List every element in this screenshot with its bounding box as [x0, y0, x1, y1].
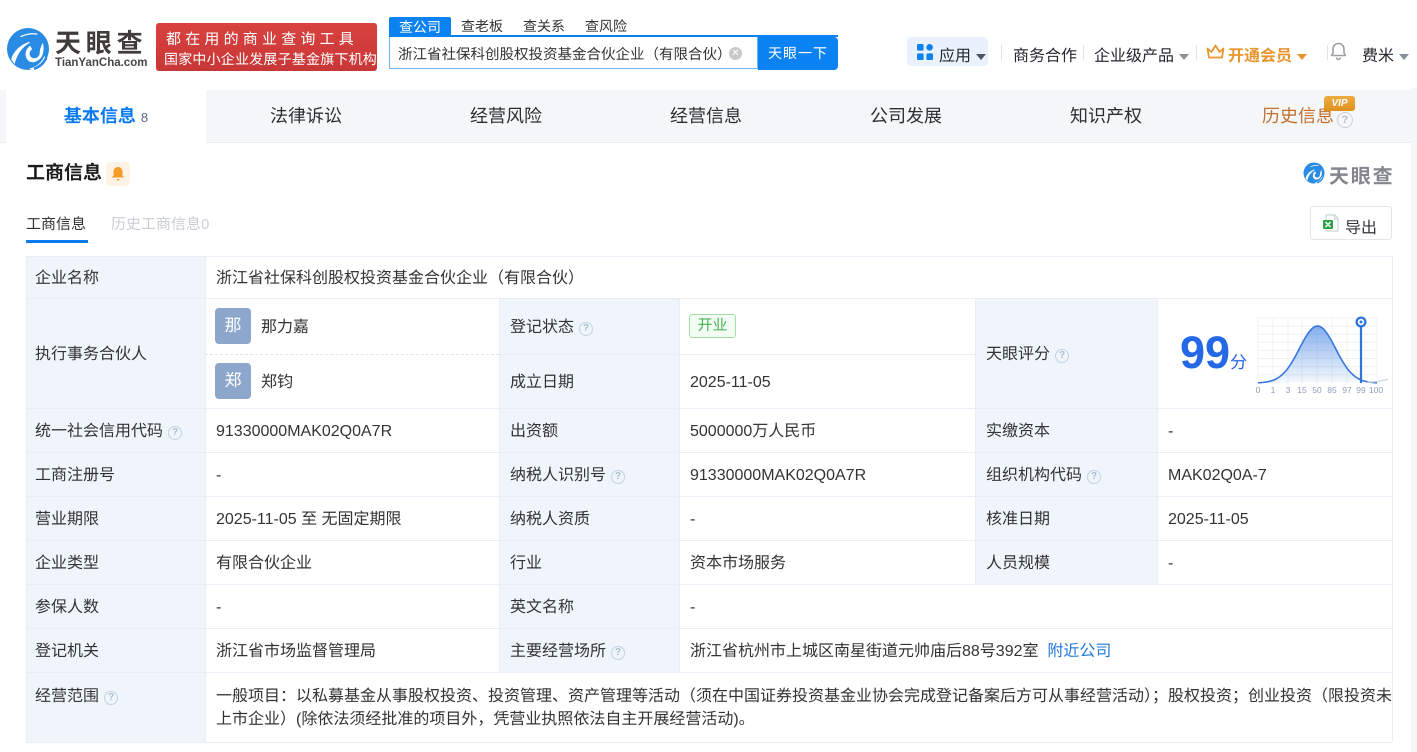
svg-text:50: 50: [1312, 385, 1322, 394]
svg-text:3: 3: [1286, 385, 1291, 394]
svg-text:1: 1: [1271, 385, 1276, 394]
svg-text:0: 0: [1256, 385, 1261, 394]
svg-text:97: 97: [1342, 385, 1352, 394]
svg-text:99: 99: [1356, 385, 1366, 394]
svg-text:100: 100: [1369, 385, 1383, 394]
svg-text:85: 85: [1327, 385, 1337, 394]
svg-text:15: 15: [1297, 385, 1307, 394]
